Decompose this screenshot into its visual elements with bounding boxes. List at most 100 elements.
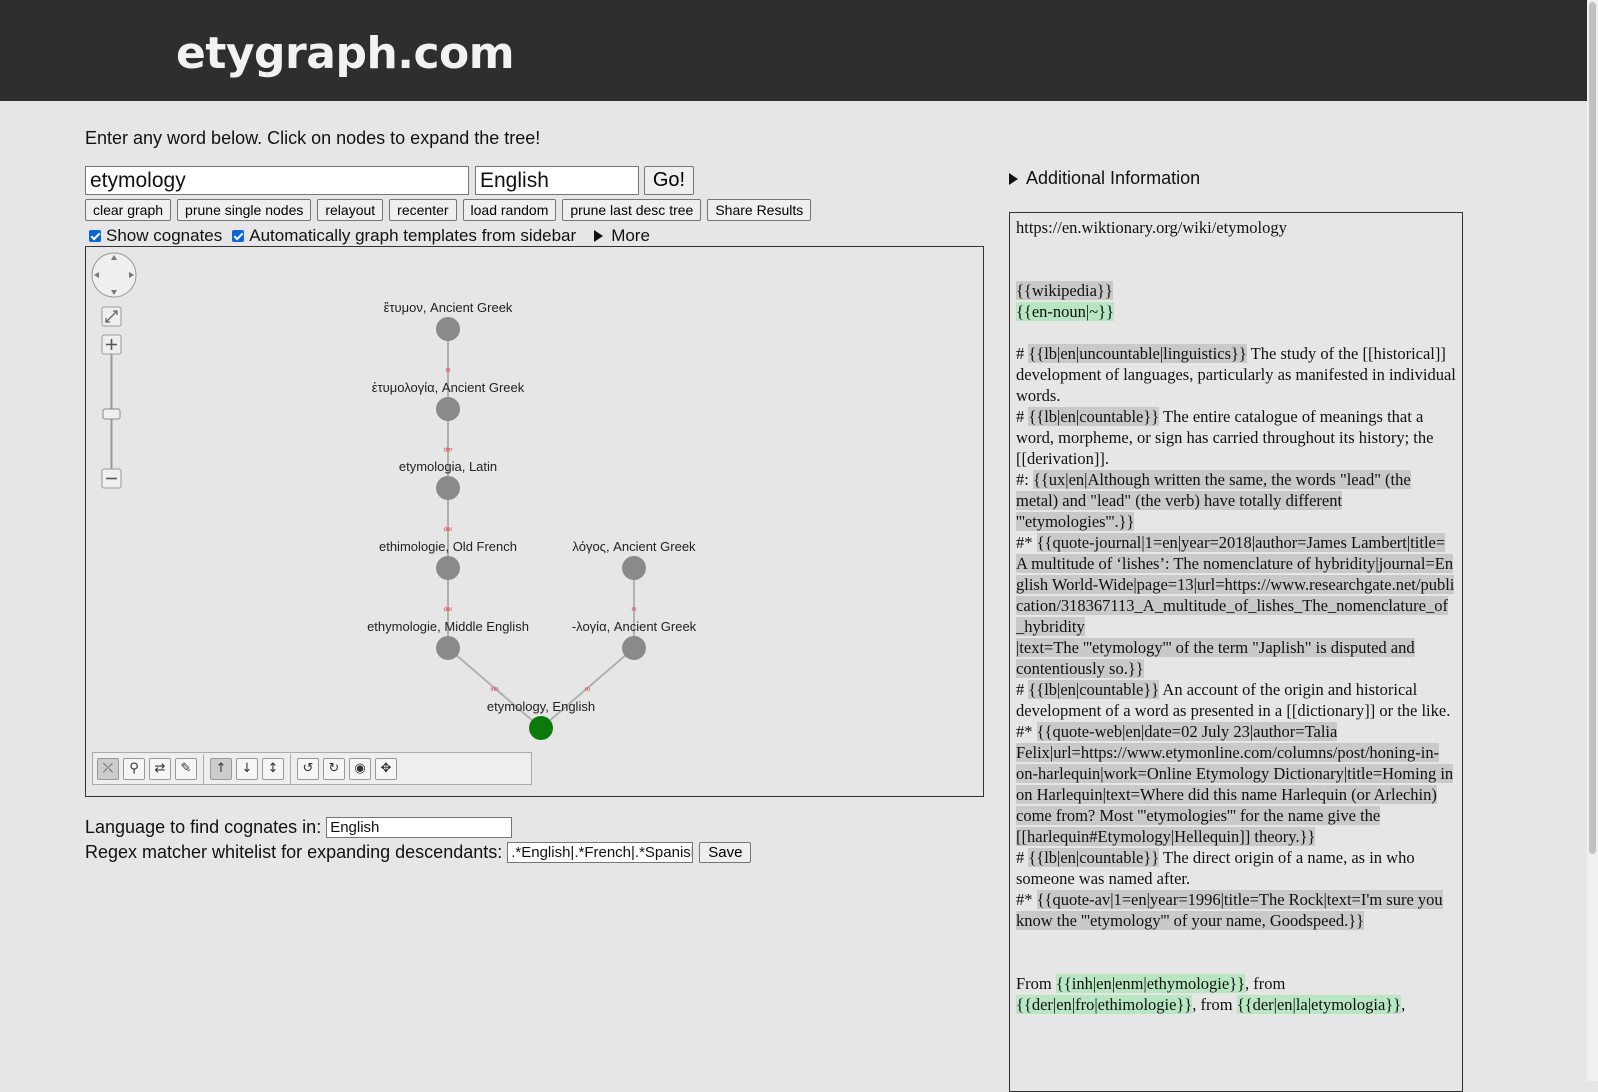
regex-label: Regex matcher whitelist for expanding de… <box>85 842 503 862</box>
auto-graph-checkbox[interactable] <box>232 230 245 242</box>
site-title[interactable]: etygraph.com <box>176 28 515 79</box>
cognate-language-row: Language to find cognates in: English <box>85 817 513 838</box>
wiki-template[interactable]: {{der|en|la|etymologia}} <box>1236 995 1402 1014</box>
graph-node[interactable] <box>436 476 460 500</box>
wiki-template[interactable]: {{wikipedia}} <box>1016 281 1113 300</box>
wiki-template[interactable]: |text=The '''etymology''' of the term "J… <box>1016 638 1415 678</box>
language-input[interactable]: English <box>475 166 639 195</box>
additional-info-toggle[interactable]: Additional Information <box>1009 168 1200 189</box>
edit-icon[interactable]: ✎ <box>175 757 197 780</box>
graph-node[interactable] <box>529 716 553 740</box>
edge-label: m <box>585 687 590 693</box>
wiki-text: , from <box>1192 995 1237 1014</box>
redo-icon[interactable]: ↻ <box>323 757 345 780</box>
node-label: etymologia, Latin <box>399 459 497 474</box>
wiki-template[interactable]: {{lb|en|countable}} <box>1028 848 1160 867</box>
wiki-template[interactable]: {{lb|en|countable}} <box>1028 680 1160 699</box>
undo-icon[interactable]: ↺ <box>297 757 319 780</box>
collapse-icon[interactable]: ⤫ <box>97 757 119 780</box>
graph-node[interactable] <box>436 397 460 421</box>
wiki-prefix: # <box>1016 848 1029 867</box>
wiki-template[interactable]: {{quote-av|1=en|year=1996|title=The Rock… <box>1016 890 1443 930</box>
graph-node[interactable] <box>622 556 646 580</box>
wiki-template[interactable]: {{lb|en|uncountable|linguistics}} <box>1028 344 1247 363</box>
node-label: ἔτυμον, Ancient Greek <box>384 300 513 315</box>
graph-edit-toolbar: ⤫ ⚲ ⇄ ✎ ↑ ↓ ↕ ↺ ↻ ◉ ✥ <box>92 752 532 785</box>
site-header: etygraph.com <box>0 0 1587 101</box>
relayout-button[interactable]: relayout <box>317 199 384 221</box>
eye-icon[interactable]: ◉ <box>349 757 371 780</box>
share-results-button[interactable]: Share Results <box>707 199 812 221</box>
graph-node[interactable] <box>436 317 460 341</box>
prune-single-nodes-button[interactable]: prune single nodes <box>177 199 312 221</box>
graph-canvas[interactable]: m der der der m inh m ἔτυμον, Ancient Greek ἐτυ… <box>85 246 984 797</box>
prune-last-desc-tree-button[interactable]: prune last desc tree <box>562 199 702 221</box>
toolbar-separator <box>290 753 291 784</box>
load-random-button[interactable]: load random <box>462 199 557 221</box>
node-label: λόγος, Ancient Greek <box>572 539 696 554</box>
wiki-template[interactable]: {{der|en|fro|ethimologie}} <box>1016 995 1193 1014</box>
edge-label: der <box>444 527 453 533</box>
arrow-up-icon[interactable]: ↑ <box>210 757 232 780</box>
arrow-updown-icon[interactable]: ↕ <box>262 757 284 780</box>
wiki-template[interactable]: {{quote-web|en|date=02 July 23|author=Ta… <box>1016 722 1454 846</box>
move-icon[interactable]: ✥ <box>375 757 397 780</box>
save-button[interactable]: Save <box>699 842 752 863</box>
edge-label: m <box>446 368 451 374</box>
wiki-prefix: # <box>1016 680 1029 699</box>
wiki-url[interactable]: https://en.wiktionary.org/wiki/etymology <box>1016 217 1456 238</box>
wikitext-panel[interactable]: https://en.wiktionary.org/wiki/etymology… <box>1009 212 1463 1092</box>
graph-node[interactable] <box>622 636 646 660</box>
swap-icon[interactable]: ⇄ <box>149 757 171 780</box>
search-icon[interactable]: ⚲ <box>123 757 145 780</box>
show-cognates-label: Show cognates <box>106 226 223 245</box>
wiki-template[interactable]: {{lb|en|countable}} <box>1028 407 1160 426</box>
edge-label: inh <box>490 687 498 693</box>
more-expand-icon[interactable] <box>594 230 604 242</box>
wiki-prefix: #* <box>1016 722 1037 741</box>
cognate-language-input[interactable]: English <box>326 817 513 838</box>
word-input[interactable]: etymology <box>85 166 469 195</box>
wiki-template[interactable]: {{ux|en|Although written the same, the w… <box>1016 470 1411 531</box>
page-scrollbar[interactable] <box>1587 0 1598 1081</box>
intro-text: Enter any word below. Click on nodes to … <box>85 128 541 148</box>
edge-label: m <box>632 607 637 613</box>
wiki-template[interactable]: {{en-noun|~}} <box>1016 302 1114 321</box>
zoom-in-icon[interactable] <box>101 334 122 355</box>
show-cognates-checkbox[interactable] <box>89 230 101 242</box>
graph-options: Show cognates Automatically graph templa… <box>89 226 650 246</box>
wiki-prefix: #* <box>1016 533 1037 552</box>
cognate-language-label: Language to find cognates in: <box>85 817 322 837</box>
recenter-button[interactable]: recenter <box>389 199 457 221</box>
expand-triangle-icon <box>1009 172 1018 185</box>
zoom-slider-handle[interactable] <box>102 408 121 420</box>
node-label: -λογία, Ancient Greek <box>572 619 697 634</box>
pan-control[interactable] <box>91 252 137 298</box>
wiki-text: , <box>1401 995 1406 1014</box>
node-label: ethimologie, Old French <box>379 539 517 554</box>
wiki-prefix: # <box>1016 344 1029 363</box>
node-label: ἐτυμολογία, Ancient Greek <box>372 380 525 395</box>
wiki-template[interactable]: {{quote-journal|1=en|year=2018|author=Ja… <box>1016 533 1455 636</box>
more-toggle[interactable]: More <box>611 226 650 246</box>
wiki-prefix: #: <box>1016 470 1033 489</box>
go-button[interactable]: Go! <box>644 166 694 195</box>
arrow-down-icon[interactable]: ↓ <box>236 757 258 780</box>
fit-icon[interactable] <box>101 306 122 327</box>
scrollbar-thumb[interactable] <box>1589 2 1596 854</box>
node-label: ethymologie, Middle English <box>367 619 529 634</box>
regex-input[interactable]: .*English|.*French|.*Spanish <box>507 842 694 863</box>
graph-svg[interactable]: m der der der m inh m ἔτυμον, Ancient Greek ἐτυ… <box>86 247 983 796</box>
wiki-prefix: #* <box>1016 890 1037 909</box>
wiki-template[interactable]: {{inh|en|enm|ethymologie}} <box>1055 974 1246 993</box>
clear-graph-button[interactable]: clear graph <box>85 199 172 221</box>
auto-graph-label: Automatically graph templates from sideb… <box>249 226 577 245</box>
toolbar-separator <box>203 753 204 784</box>
graph-node[interactable] <box>436 636 460 660</box>
wiki-text: , from <box>1245 974 1286 993</box>
zoom-out-icon[interactable] <box>101 468 122 489</box>
graph-toolbar: clear graph prune single nodes relayout … <box>85 199 812 221</box>
wiki-prefix: # <box>1016 407 1029 426</box>
graph-node[interactable] <box>436 556 460 580</box>
node-label: etymology, English <box>487 699 595 714</box>
